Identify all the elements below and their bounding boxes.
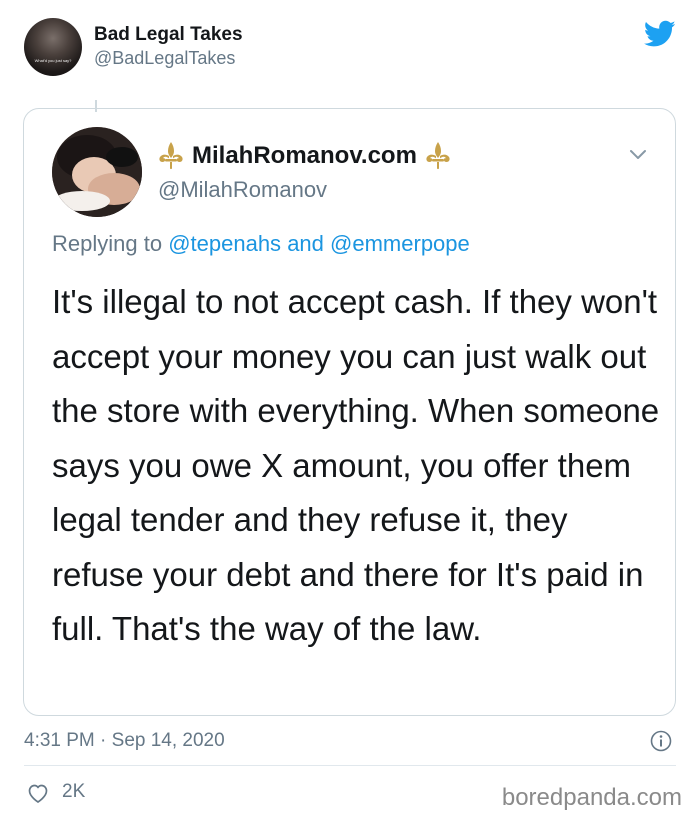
twitter-bird-icon[interactable] <box>644 20 676 48</box>
like-count: 2K <box>62 781 86 802</box>
quoted-author-handle[interactable]: @MilahRomanov <box>158 177 327 203</box>
info-icon[interactable] <box>650 730 672 752</box>
quoted-author-name[interactable]: MilahRomanov.com <box>192 142 417 170</box>
replying-to-line: Replying to @tepenahs and @emmerpope <box>52 231 470 257</box>
avatar-caption: What'd you just say? <box>34 58 72 63</box>
watermark: boredpanda.com <box>501 784 682 811</box>
author-handle[interactable]: @BadLegalTakes <box>94 48 235 69</box>
author-name[interactable]: Bad Legal Takes <box>94 24 243 46</box>
reply-and: and <box>287 231 324 256</box>
fleur-de-lis-icon <box>159 142 183 170</box>
quoted-tweet-text: It's illegal to not accept cash. If they… <box>52 283 660 647</box>
quoted-author-avatar[interactable] <box>52 127 142 217</box>
mention-link[interactable]: @emmerpope <box>330 231 470 256</box>
avatar-photo <box>52 127 142 217</box>
tweet-screenshot: What'd you just say? Bad Legal Takes @Ba… <box>0 0 700 820</box>
quoted-tweet-card[interactable]: MilahRomanov.com @MilahRomanov Replying … <box>23 108 676 716</box>
footer-divider <box>24 765 676 766</box>
fleur-de-lis-icon <box>426 142 450 170</box>
tweet-timestamp[interactable]: 4:31 PM · Sep 14, 2020 <box>24 730 225 752</box>
chevron-down-icon[interactable] <box>629 149 647 161</box>
reply-prefix: Replying to <box>52 231 163 256</box>
heart-icon[interactable] <box>26 782 50 804</box>
quoted-name-row: MilahRomanov.com <box>158 141 451 171</box>
mention-link[interactable]: @tepenahs <box>168 231 281 256</box>
author-avatar[interactable]: What'd you just say? <box>24 18 82 76</box>
